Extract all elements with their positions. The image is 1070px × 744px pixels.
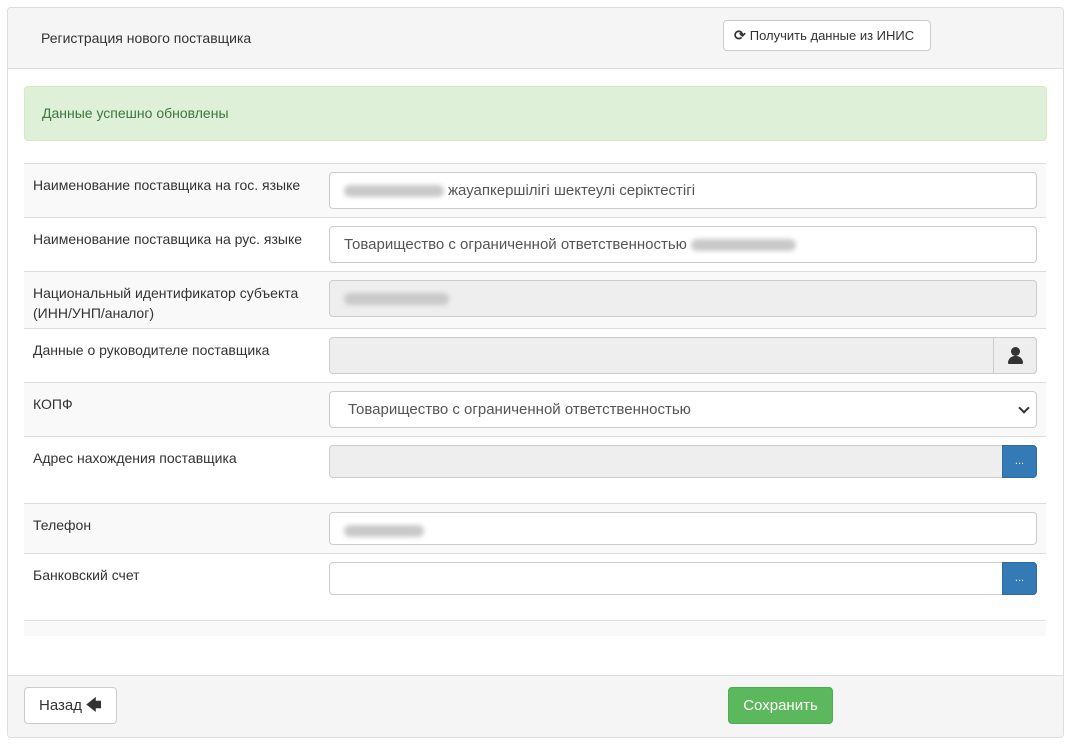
get-inis-data-button[interactable]: ⟳ Получить данные из ИНИС xyxy=(723,20,931,51)
kopf-label: КОПФ xyxy=(33,396,73,412)
bank-account-select-button[interactable]: ... xyxy=(1002,562,1037,595)
form-row-name-kz: Наименование поставщика на гос. языке жа… xyxy=(24,163,1046,217)
phone-label: Телефон xyxy=(33,517,92,533)
back-label: Назад xyxy=(39,697,82,714)
bank-account-input[interactable]: ... xyxy=(329,562,1037,595)
director-label: Данные о руководителе поставщика xyxy=(33,342,270,358)
alert-message: Данные успешно обновлены xyxy=(42,105,229,121)
form-row-name-ru: Наименование поставщика на рус. языке То… xyxy=(24,217,1046,271)
redacted-text xyxy=(344,293,449,306)
phone-input[interactable] xyxy=(329,512,1037,545)
name-ru-input[interactable]: Товарищество с ограниченной ответственно… xyxy=(329,226,1037,263)
kopf-selected-value: Товарищество с ограниченной ответственно… xyxy=(348,401,691,418)
name-kz-label: Наименование поставщика на гос. языке xyxy=(33,177,301,193)
form-row-empty xyxy=(24,620,1046,636)
supplier-registration-panel: Регистрация нового поставщика ⟳ Получить … xyxy=(7,7,1064,738)
address-label: Адрес нахождения поставщика xyxy=(33,450,237,466)
director-input[interactable] xyxy=(329,337,1037,374)
director-lookup-button[interactable] xyxy=(993,337,1037,374)
national-id-label: Национальный идентификатор субъекта (ИНН… xyxy=(33,285,299,321)
supplier-form: Наименование поставщика на гос. языке жа… xyxy=(24,163,1046,636)
address-select-button[interactable]: ... xyxy=(1002,445,1037,478)
arrow-left-icon: 🡄 xyxy=(85,697,102,714)
redacted-text xyxy=(344,185,444,198)
back-button[interactable]: Назад 🡄 xyxy=(24,687,117,724)
name-kz-value: жауапкершілігі шектеулі серіктестігі xyxy=(448,182,696,199)
national-id-input[interactable] xyxy=(329,280,1037,317)
refresh-icon: ⟳ xyxy=(734,27,746,43)
kopf-select[interactable]: Товарищество с ограниченной ответственно… xyxy=(329,391,1037,428)
form-row-address: Адрес нахождения поставщика ... xyxy=(24,436,1046,503)
chevron-down-icon xyxy=(1018,402,1030,414)
name-ru-label: Наименование поставщика на рус. языке xyxy=(33,231,303,247)
form-row-bank-account: Банковский счет ... xyxy=(24,553,1046,620)
success-alert: Данные успешно обновлены xyxy=(24,86,1047,141)
form-row-national-id: Национальный идентификатор субъекта (ИНН… xyxy=(24,271,1046,328)
form-row-phone: Телефон xyxy=(24,503,1046,553)
name-kz-input[interactable]: жауапкершілігі шектеулі серіктестігі xyxy=(329,172,1037,209)
address-input[interactable]: ... xyxy=(329,445,1037,478)
bank-account-label: Банковский счет xyxy=(33,567,140,583)
redacted-text xyxy=(690,239,796,252)
redacted-text xyxy=(344,525,424,538)
panel-heading: Регистрация нового поставщика ⟳ Получить … xyxy=(8,8,1063,69)
form-row-kopf: КОПФ Товарищество с ограниченной ответст… xyxy=(24,382,1046,436)
form-row-director: Данные о руководителе поставщика xyxy=(24,328,1046,382)
panel-footer: Назад 🡄 Сохранить xyxy=(8,675,1063,737)
user-icon xyxy=(1011,347,1020,356)
get-inis-data-label: Получить данные из ИНИС xyxy=(749,28,915,43)
name-ru-value: Товарищество с ограниченной ответственно… xyxy=(344,236,687,253)
page-title: Регистрация нового поставщика xyxy=(41,30,252,46)
save-button[interactable]: Сохранить xyxy=(728,687,833,724)
